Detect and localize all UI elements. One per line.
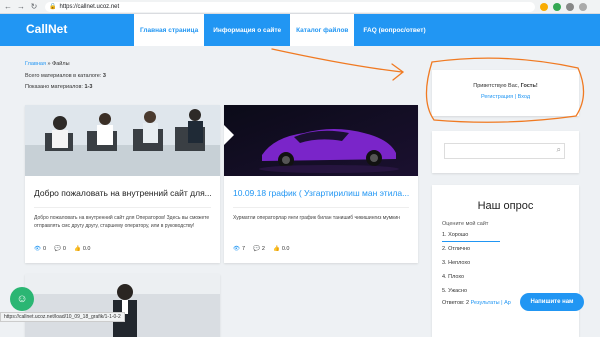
poll-footer: Ответов: 2 Результаты | Ар bbox=[442, 300, 511, 306]
menu-item-home[interactable]: Главная страница bbox=[134, 14, 205, 46]
poll-archive-link[interactable]: | Ар bbox=[501, 300, 511, 306]
main-menu: Главная страница Информация о сайте Ката… bbox=[134, 14, 435, 46]
catalog-shown-value: 1-3 bbox=[84, 84, 93, 90]
card-text: Хурматли операторлар янги график билан т… bbox=[233, 215, 400, 221]
chat-button-label: Напишите нам bbox=[530, 299, 574, 305]
eye-icon: 👁 bbox=[233, 246, 240, 252]
chat-button[interactable]: Напишите нам bbox=[520, 293, 584, 311]
poll-option-underline bbox=[442, 241, 500, 242]
rating-value: 0.0 bbox=[281, 246, 290, 252]
poll-widget: Наш опрос Оцените мой сайт 1. Хорошо 2. … bbox=[432, 185, 579, 337]
material-card[interactable]: 10.09.18 график ( Узгартирилиш ман этила… bbox=[224, 105, 418, 263]
catalog-total: Всего материалов в каталоге: 3 bbox=[25, 73, 106, 79]
card-meta: 👁 0 💬 0 👍 0.0 bbox=[34, 246, 90, 252]
rating-value: 0.0 bbox=[82, 246, 91, 252]
card-image-car[interactable] bbox=[224, 105, 418, 176]
annotation-arrow-head bbox=[391, 63, 405, 81]
back-icon[interactable]: ← bbox=[3, 2, 13, 12]
address-text: https://callnet.ucoz.net bbox=[59, 3, 120, 10]
card-image-person[interactable] bbox=[25, 274, 220, 337]
views-count: 👁 0 bbox=[34, 246, 46, 252]
poll-option[interactable]: 3. Неплохо bbox=[442, 260, 470, 266]
annotation-arrow-line bbox=[271, 48, 403, 73]
menu-item-faq[interactable]: FAQ (вопрос/ответ) bbox=[357, 14, 431, 46]
accessibility-button[interactable]: ☺ bbox=[10, 287, 34, 311]
person-icon: ☺ bbox=[16, 293, 28, 305]
poll-answers-count: 2 bbox=[466, 300, 470, 306]
breadcrumb-separator: » bbox=[47, 61, 51, 67]
profile-icon[interactable] bbox=[566, 2, 574, 11]
site-logo[interactable]: CallNet bbox=[26, 22, 67, 36]
comments-value: 0 bbox=[62, 246, 66, 252]
catalog-shown: Показано материалов: 1-3 bbox=[25, 84, 92, 90]
register-link[interactable]: Регистрация bbox=[481, 94, 513, 100]
greeting-prefix: Приветствую Вас, bbox=[473, 83, 520, 89]
rating-count: 👍 0.0 bbox=[273, 246, 290, 252]
lock-icon: 🔒 bbox=[49, 4, 57, 10]
search-input[interactable] bbox=[444, 143, 565, 159]
breadcrumb: Главная » Файлы bbox=[25, 61, 70, 67]
card-meta: 👁 7 💬 2 👍 0.0 bbox=[233, 246, 289, 252]
eye-icon: 👁 bbox=[34, 246, 41, 252]
poll-question: Оцените мой сайт bbox=[442, 221, 489, 227]
catalog-shown-label: Показано материалов: bbox=[25, 84, 83, 90]
forward-icon[interactable]: → bbox=[16, 2, 26, 12]
material-card[interactable]: Добро пожаловать на внутренний сайт для.… bbox=[25, 105, 220, 263]
greeting-text: Приветствую Вас, Гость! bbox=[432, 83, 579, 89]
auth-links: Регистрация | Вход bbox=[432, 94, 579, 100]
poll-results-link[interactable]: Результаты bbox=[471, 300, 500, 306]
catalog-total-label: Всего материалов в каталоге: bbox=[25, 73, 102, 79]
views-value: 0 bbox=[42, 246, 47, 252]
poll-option[interactable]: 5. Ужасно bbox=[442, 288, 467, 294]
poll-option[interactable]: 4. Плохо bbox=[442, 274, 464, 280]
rating-count: 👍 0.0 bbox=[74, 246, 91, 252]
search-widget: ⌕ bbox=[432, 131, 579, 173]
poll-title: Наш опрос bbox=[477, 200, 534, 212]
address-bar[interactable]: 🔒 https://callnet.ucoz.net bbox=[45, 1, 535, 12]
material-card[interactable] bbox=[25, 274, 220, 337]
card-divider bbox=[233, 207, 409, 208]
card-image-office[interactable] bbox=[25, 105, 220, 176]
star-icon[interactable] bbox=[540, 2, 548, 11]
reload-icon[interactable]: ↻ bbox=[29, 2, 39, 12]
views-value: 7 bbox=[241, 246, 246, 252]
browser-menu-icon[interactable] bbox=[579, 2, 587, 11]
comment-icon: 💬 bbox=[253, 246, 260, 252]
greeting-name: Гость! bbox=[520, 83, 538, 89]
poll-answers-label: Ответов: bbox=[442, 300, 465, 306]
card-divider bbox=[34, 207, 211, 208]
comments-count[interactable]: 💬 2 bbox=[253, 246, 265, 252]
catalog-total-value: 3 bbox=[102, 73, 106, 79]
browser-toolbar: ← → ↻ 🔒 https://callnet.ucoz.net bbox=[0, 0, 600, 14]
search-icon[interactable]: ⌕ bbox=[557, 145, 561, 155]
poll-option[interactable]: 2. Отлично bbox=[442, 246, 470, 252]
breadcrumb-home-link[interactable]: Главная bbox=[25, 61, 46, 67]
auth-separator: | bbox=[514, 94, 517, 100]
views-count: 👁 7 bbox=[233, 246, 245, 252]
card-title[interactable]: 10.09.18 график ( Узгартирилиш ман этила… bbox=[233, 188, 409, 198]
status-bar: https://callnet.ucoz.net/load/10_09_18_g… bbox=[0, 312, 125, 322]
comment-icon: 💬 bbox=[54, 246, 61, 252]
poll-option[interactable]: 1. Хорошо bbox=[442, 232, 468, 238]
thumbs-up-icon: 👍 bbox=[272, 246, 280, 252]
thumbs-up-icon: 👍 bbox=[73, 246, 81, 252]
comments-count[interactable]: 💬 0 bbox=[54, 246, 66, 252]
login-widget: Приветствую Вас, Гость! Регистрация | Вх… bbox=[432, 70, 579, 116]
card-title[interactable]: Добро пожаловать на внутренний сайт для.… bbox=[34, 188, 212, 198]
card-text: Добро пожаловать на внутренний сайт для … bbox=[34, 215, 210, 229]
comments-value: 2 bbox=[261, 246, 265, 252]
breadcrumb-current: Файлы bbox=[52, 61, 70, 67]
extension-icon[interactable] bbox=[553, 2, 561, 11]
login-link[interactable]: Вход bbox=[518, 94, 530, 100]
menu-item-catalog[interactable]: Каталог файлов bbox=[290, 14, 355, 46]
site-header: CallNet Главная страница Информация о са… bbox=[0, 14, 600, 46]
menu-item-about[interactable]: Информация о сайте bbox=[207, 14, 287, 46]
